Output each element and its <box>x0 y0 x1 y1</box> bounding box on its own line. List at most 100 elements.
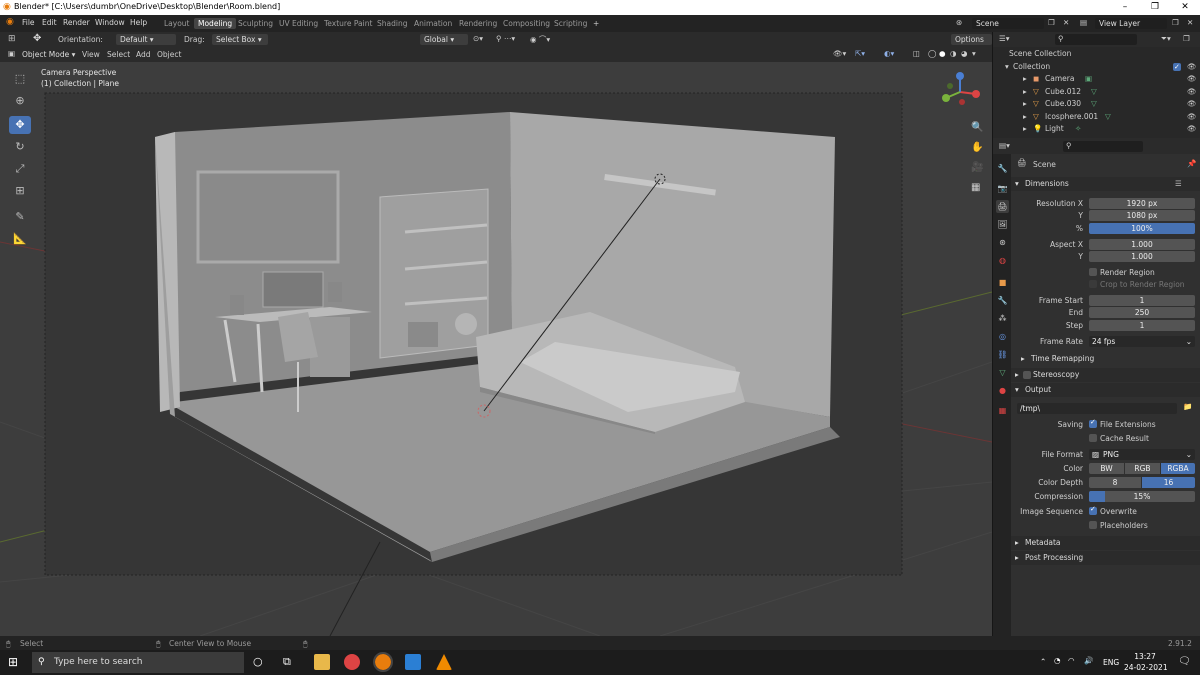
menu-edit[interactable]: Edit <box>42 18 57 27</box>
scale-tool-icon[interactable]: ⤢ <box>9 160 31 178</box>
photos-icon[interactable] <box>405 654 421 670</box>
cortana-icon[interactable]: ○ <box>253 655 263 668</box>
outliner-item-camera[interactable]: ▸ ◼ Camera ▣ 👁 <box>993 73 1200 86</box>
resolution-y-field[interactable]: 1080 px <box>1089 210 1195 221</box>
resolution-percent-slider[interactable]: 100% <box>1089 223 1195 234</box>
language-indicator[interactable]: ENG <box>1103 658 1119 667</box>
cursor-tool-icon[interactable]: ⊕ <box>9 92 31 110</box>
tray-chevron-icon[interactable]: ⌃ <box>1040 657 1046 666</box>
tab-rendering[interactable]: Rendering <box>455 18 501 29</box>
outliner-item-icosphere[interactable]: ▸ ▽ Icosphere.001 ▽ 👁 <box>993 111 1200 124</box>
transform-orientation-dropdown[interactable]: Global ▾ <box>420 34 468 45</box>
color-depth-8-button[interactable]: 8 <box>1089 477 1141 488</box>
chrome-icon[interactable] <box>344 654 360 670</box>
data-tab-icon[interactable]: ▽ <box>996 366 1009 379</box>
outliner-item-light[interactable]: ▸ 💡 Light ✧ 👁 <box>993 123 1200 136</box>
3d-viewport[interactable]: Camera Perspective (1) Collection | Plan… <box>0 62 992 636</box>
view-layer-icon[interactable]: ▤ <box>1080 18 1087 27</box>
outliner-item-cube012[interactable]: ▸ ▽ Cube.012 ▽ 👁 <box>993 86 1200 99</box>
properties-editor-icon[interactable]: ▤▾ <box>999 141 1010 150</box>
annotate-tool-icon[interactable]: ✎ <box>9 208 31 226</box>
proportional-edit-icon[interactable]: ◉ ⌒▾ <box>530 34 550 45</box>
file-format-dropdown[interactable]: ▨ PNG ⌄ <box>1089 449 1195 460</box>
task-view-icon[interactable]: ⧉ <box>283 655 291 669</box>
placeholders-checkbox[interactable] <box>1089 521 1097 529</box>
stereoscopy-panel-header[interactable]: ▸ Stereoscopy <box>1011 368 1200 382</box>
select-tool-icon[interactable]: ⬚ <box>9 70 31 88</box>
pan-hand-icon[interactable]: ✋ <box>971 142 983 153</box>
physics-tab-icon[interactable]: ◎ <box>996 330 1009 343</box>
outliner-editor-icon[interactable]: ☰▾ <box>999 34 1010 43</box>
drag-dropdown[interactable]: Select Box ▾ <box>212 34 268 45</box>
resolution-x-field[interactable]: 1920 px <box>1089 198 1195 209</box>
gizmo-icon[interactable]: ⇱▾ <box>855 49 865 58</box>
constraints-tab-icon[interactable]: ⛓ <box>996 348 1009 361</box>
tab-scripting[interactable]: Scripting <box>550 18 591 29</box>
measure-tool-icon[interactable]: 📐 <box>9 230 31 248</box>
clock-time[interactable]: 13:27 <box>1130 652 1160 661</box>
options-dropdown[interactable]: Options ▾ <box>951 34 992 55</box>
output-path-field[interactable]: /tmp\ <box>1017 403 1177 414</box>
collection-checkbox[interactable] <box>1173 61 1181 73</box>
delete-scene-icon[interactable]: ✕ <box>1063 18 1069 27</box>
volume-icon[interactable]: 🔊 <box>1084 656 1093 665</box>
tab-shading[interactable]: Shading <box>373 18 411 29</box>
file-explorer-icon[interactable] <box>314 654 330 670</box>
outliner-search-input[interactable]: ⚲ <box>1055 34 1137 45</box>
zoom-icon[interactable]: 🔍 <box>971 122 983 133</box>
menu-select[interactable]: Select <box>107 50 130 59</box>
eye-icon[interactable]: 👁 <box>1187 73 1197 86</box>
color-depth-16-button[interactable]: 16 <box>1142 477 1195 488</box>
color-rgba-button[interactable]: RGBA <box>1161 463 1195 474</box>
editor-type-icon[interactable]: ⊞ <box>8 34 16 44</box>
eye-icon[interactable]: 👁 <box>1187 61 1197 74</box>
tab-uv-editing[interactable]: UV Editing <box>275 18 322 29</box>
tab-texture-paint[interactable]: Texture Paint <box>320 18 376 29</box>
aspect-y-field[interactable]: 1.000 <box>1089 251 1195 262</box>
menu-file[interactable]: File <box>22 18 35 27</box>
solid-shading-icon[interactable]: ● <box>939 49 946 58</box>
blender-taskbar-icon[interactable] <box>373 652 393 672</box>
world-tab-icon[interactable]: ◍ <box>996 254 1009 267</box>
eye-icon[interactable]: 👁 <box>1187 123 1197 136</box>
material-tab-icon[interactable]: ● <box>996 384 1009 397</box>
frame-step-field[interactable]: 1 <box>1089 320 1195 331</box>
navigation-gizmo[interactable] <box>938 70 982 114</box>
properties-search-input[interactable]: ⚲ <box>1063 141 1143 152</box>
perspective-toggle-icon[interactable]: ▦ <box>971 182 980 193</box>
shading-options-icon[interactable]: ▾ <box>972 49 976 58</box>
network-icon[interactable]: ◔ <box>1054 656 1061 665</box>
eye-icon[interactable]: 👁 <box>1187 86 1197 99</box>
view-layer-tab-icon[interactable]: 🖼 <box>996 218 1009 231</box>
move-tool-button[interactable]: ✥ <box>9 116 31 134</box>
new-scene-icon[interactable]: ❐ <box>1048 18 1055 27</box>
presets-icon[interactable]: ☰ <box>1175 177 1182 191</box>
render-region-checkbox[interactable] <box>1089 268 1097 276</box>
cache-result-checkbox[interactable] <box>1089 434 1097 442</box>
tab-animation[interactable]: Animation <box>410 18 456 29</box>
rendered-shading-icon[interactable]: ◕ <box>961 49 968 58</box>
visibility-icon[interactable]: 👁▾ <box>833 49 846 58</box>
time-remapping-subpanel[interactable]: ▸ Time Remapping <box>1011 352 1200 366</box>
aspect-x-field[interactable]: 1.000 <box>1089 239 1195 250</box>
folder-icon[interactable]: 📁 <box>1183 402 1192 411</box>
post-processing-panel-header[interactable]: ▸ Post Processing <box>1011 551 1200 565</box>
xray-icon[interactable]: ◫ <box>913 49 920 58</box>
compression-slider[interactable]: 15% <box>1089 491 1195 502</box>
tab-sculpting[interactable]: Sculpting <box>234 18 277 29</box>
overwrite-checkbox[interactable] <box>1089 505 1097 515</box>
file-extensions-checkbox[interactable] <box>1089 418 1097 428</box>
tab-compositing[interactable]: Compositing <box>499 18 554 29</box>
delete-view-layer-icon[interactable]: ✕ <box>1187 18 1193 27</box>
outliner-item-cube030[interactable]: ▸ ▽ Cube.030 ▽ 👁 <box>993 98 1200 111</box>
camera-view-icon[interactable]: 🎥 <box>971 162 983 173</box>
scene-collection-row[interactable]: Scene Collection <box>993 48 1200 61</box>
expand-icon[interactable]: ▸ <box>1023 98 1027 111</box>
expand-icon[interactable]: ▸ <box>1023 111 1027 124</box>
filter-icon[interactable]: ⏷▾ <box>1161 34 1171 44</box>
transform-tool-icon[interactable]: ⊞ <box>9 182 31 200</box>
dimensions-panel-header[interactable]: ▾ Dimensions ☰ <box>1011 177 1200 191</box>
minimize-button[interactable]: – <box>1110 0 1140 15</box>
view-layer-field[interactable]: View Layer <box>1095 18 1167 29</box>
output-tab-icon[interactable]: 🖨 <box>996 200 1009 213</box>
